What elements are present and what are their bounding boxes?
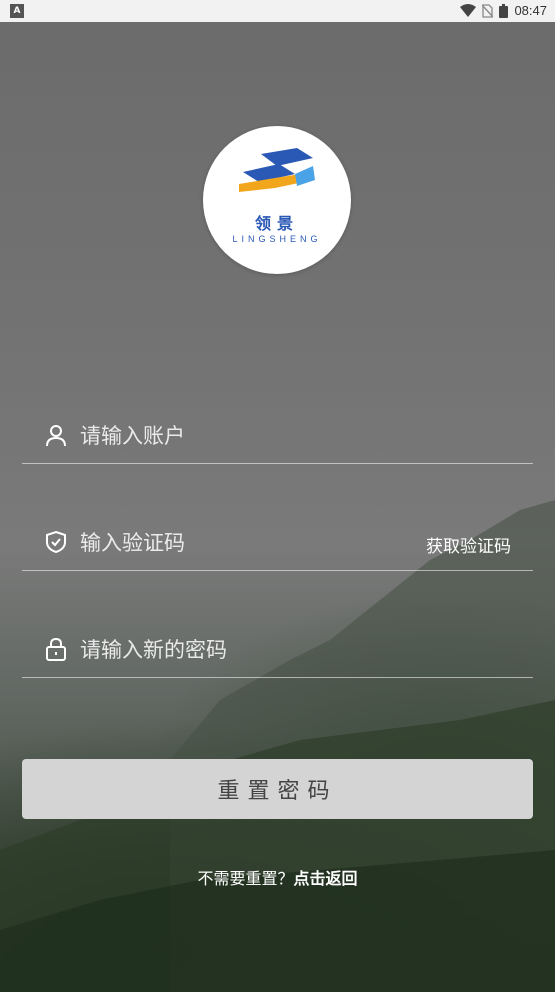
app-logo: 领景 LINGSHENG [203,126,351,274]
password-field [22,617,533,678]
no-sim-icon [482,3,494,18]
clock: 08:47 [514,3,547,18]
notification-icon: A [10,4,24,18]
logo-english-text: LINGSHENG [232,234,322,244]
verification-field: 获取验证码 [22,510,533,571]
get-code-button[interactable]: 获取验证码 [426,532,511,557]
account-field [22,403,533,464]
back-prompt-text: 不需要重置？ [197,869,294,888]
logo-chinese-text: 领景 [254,214,299,233]
status-right: 08:47 [460,3,547,18]
back-link[interactable]: 点击返回 [294,869,358,888]
new-password-input[interactable] [78,631,412,669]
wifi-icon [460,4,477,17]
reset-password-button[interactable]: 重置密码 [22,759,533,819]
shield-check-icon [46,530,66,554]
logo-mark-icon [239,148,315,192]
back-prompt: 不需要重置？点击返回 [0,865,555,889]
lock-icon [46,637,66,661]
account-input[interactable] [78,417,412,455]
user-icon [46,425,66,447]
battery-icon [499,3,509,18]
status-bar: A 08:47 [0,0,555,22]
verification-code-input[interactable] [78,524,412,562]
